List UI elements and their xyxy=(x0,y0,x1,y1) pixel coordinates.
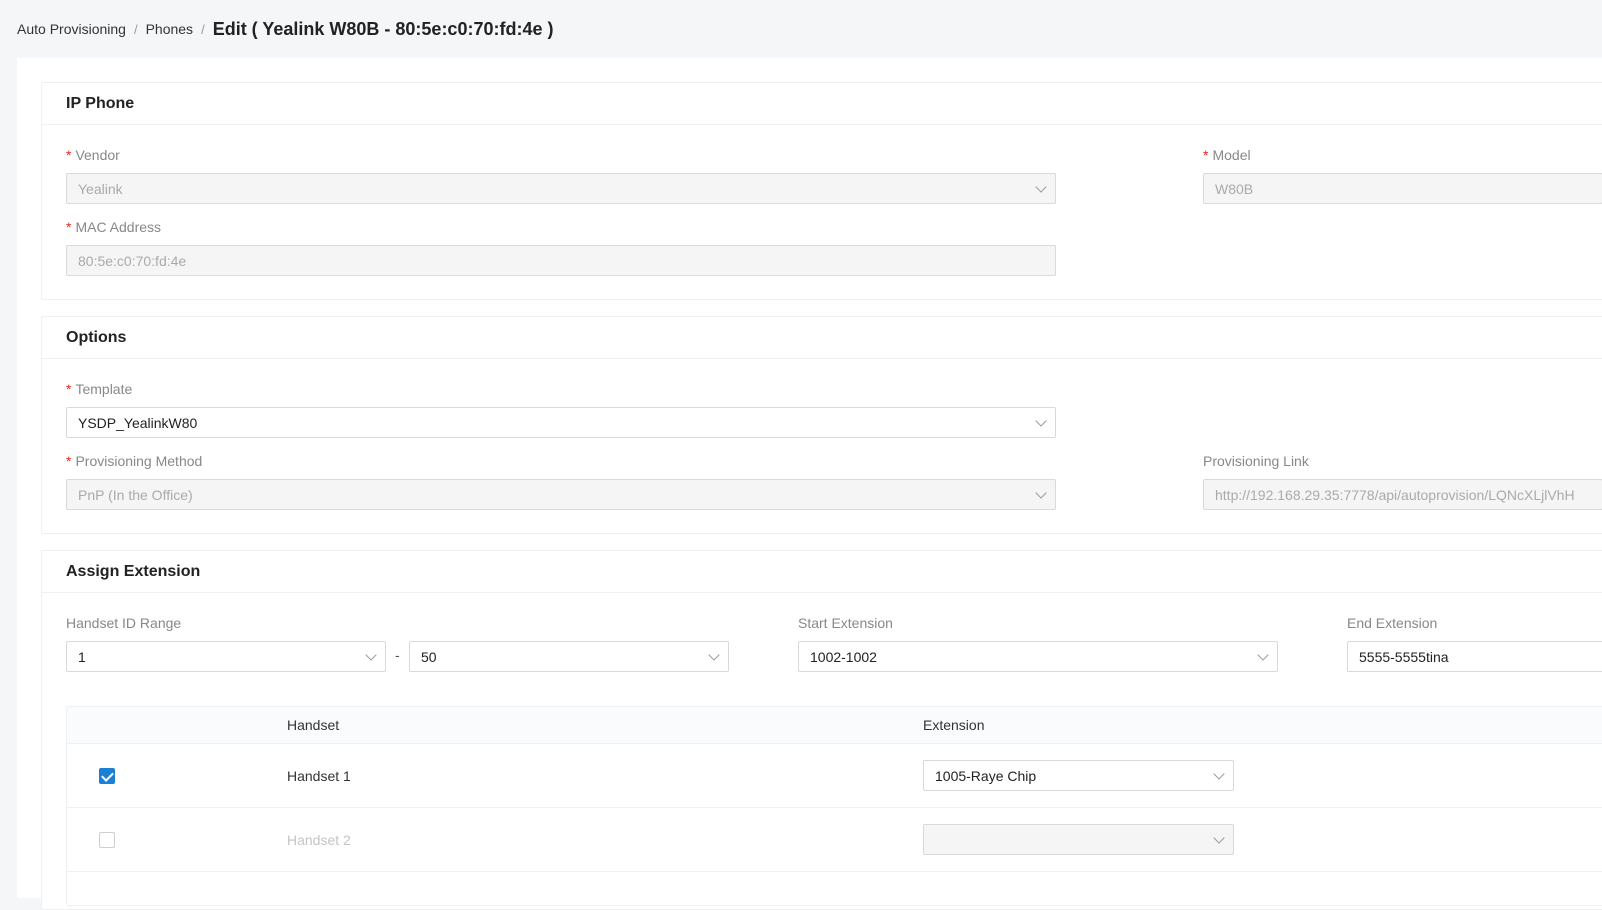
breadcrumb-phones[interactable]: Phones xyxy=(146,21,193,37)
model-value: W80B xyxy=(1215,180,1254,197)
options-title: Options xyxy=(42,317,1602,359)
vendor-value: Yealink xyxy=(78,180,123,197)
template-value: YSDP_YealinkW80 xyxy=(78,414,198,431)
extension-value: 1005-Raye Chip xyxy=(935,767,1037,784)
model-field[interactable]: W80B xyxy=(1203,173,1602,204)
options-card: Options * Template YSDP_YealinkW80 * Provi… xyxy=(41,316,1602,534)
handset-range-to-value: 50 xyxy=(421,648,437,665)
page-title: Edit ( Yealink W80B - 80:5e:c0:70:fd:4e … xyxy=(212,18,554,39)
mac-address-value: 80:5e:c0:70:fd:4e xyxy=(78,252,187,269)
chevron-down-icon xyxy=(1035,414,1047,427)
required-mark: * xyxy=(1203,147,1209,163)
table-header: Handset Extension xyxy=(67,707,1602,744)
end-extension-select[interactable]: 5555-5555tina xyxy=(1347,641,1602,672)
breadcrumb-auto-provisioning[interactable]: Auto Provisioning xyxy=(17,21,126,37)
handset-range-from-value: 1 xyxy=(78,648,86,665)
chevron-down-icon xyxy=(1035,486,1047,499)
provisioning-method-value: PnP (In the Office) xyxy=(78,486,193,503)
handset-1-extension-select[interactable]: 1005-Raye Chip xyxy=(923,760,1234,791)
provisioning-link-label: Provisioning Link xyxy=(1203,453,1309,469)
template-label: * Template xyxy=(66,381,133,397)
chevron-down-icon xyxy=(365,648,377,661)
assign-extension-card: Assign Extension Handset ID Range 1 - 50… xyxy=(41,550,1602,910)
handset-range-label: Handset ID Range xyxy=(66,615,182,631)
mac-label: * MAC Address xyxy=(66,219,162,235)
chevron-down-icon xyxy=(708,648,720,661)
assign-extension-title: Assign Extension xyxy=(42,551,1602,593)
chevron-down-icon xyxy=(1213,767,1225,780)
table-row: Handset 1 1005-Raye Chip xyxy=(67,744,1602,808)
chevron-down-icon xyxy=(1213,831,1225,844)
extension-column-header: Extension xyxy=(923,717,985,733)
ip-phone-card: IP Phone * Vendor Yealink * Model W80B * MA… xyxy=(41,82,1602,300)
start-extension-select[interactable]: 1002-1002 xyxy=(798,641,1278,672)
required-mark: * xyxy=(66,219,72,235)
handset-2-extension-select[interactable] xyxy=(923,824,1234,855)
start-extension-label: Start Extension xyxy=(798,615,893,631)
required-mark: * xyxy=(66,453,72,469)
handset-column-header: Handset xyxy=(287,717,340,733)
breadcrumb: Auto Provisioning / Phones / Edit ( Yeal… xyxy=(17,17,553,41)
handset-name: Handset 1 xyxy=(287,767,351,784)
handset-name: Handset 2 xyxy=(287,831,351,848)
handset-table: Handset Extension Handset 1 1005-Raye Ch… xyxy=(66,706,1602,906)
handset-range-to-select[interactable]: 50 xyxy=(409,641,729,672)
required-mark: * xyxy=(66,381,72,397)
handset-2-checkbox[interactable] xyxy=(99,831,115,848)
end-extension-value: 5555-5555tina xyxy=(1359,648,1449,665)
range-dash: - xyxy=(395,647,400,663)
mac-address-field[interactable]: 80:5e:c0:70:fd:4e xyxy=(66,245,1056,276)
breadcrumb-separator: / xyxy=(133,21,138,37)
vendor-select[interactable]: Yealink xyxy=(66,173,1056,204)
table-row: Handset 2 xyxy=(67,808,1602,872)
template-select[interactable]: YSDP_YealinkW80 xyxy=(66,407,1056,438)
provisioning-link-field[interactable]: http://192.168.29.35:7778/api/autoprovis… xyxy=(1203,479,1602,510)
handset-1-checkbox[interactable] xyxy=(99,767,115,784)
breadcrumb-separator: / xyxy=(201,21,205,37)
chevron-down-icon xyxy=(1257,648,1269,661)
ip-phone-title: IP Phone xyxy=(42,83,1602,125)
start-extension-value: 1002-1002 xyxy=(810,648,877,665)
provisioning-method-label: * Provisioning Method xyxy=(66,453,203,469)
handset-range-from-select[interactable]: 1 xyxy=(66,641,386,672)
provisioning-link-value: http://192.168.29.35:7778/api/autoprovis… xyxy=(1215,486,1575,503)
required-mark: * xyxy=(66,147,72,163)
provisioning-method-select[interactable]: PnP (In the Office) xyxy=(66,479,1056,510)
page-panel: IP Phone * Vendor Yealink * Model W80B * MA… xyxy=(17,58,1602,910)
model-label: * Model xyxy=(1203,147,1251,163)
chevron-down-icon xyxy=(1035,180,1047,193)
vendor-label: * Vendor xyxy=(66,147,120,163)
end-extension-label: End Extension xyxy=(1347,615,1438,631)
